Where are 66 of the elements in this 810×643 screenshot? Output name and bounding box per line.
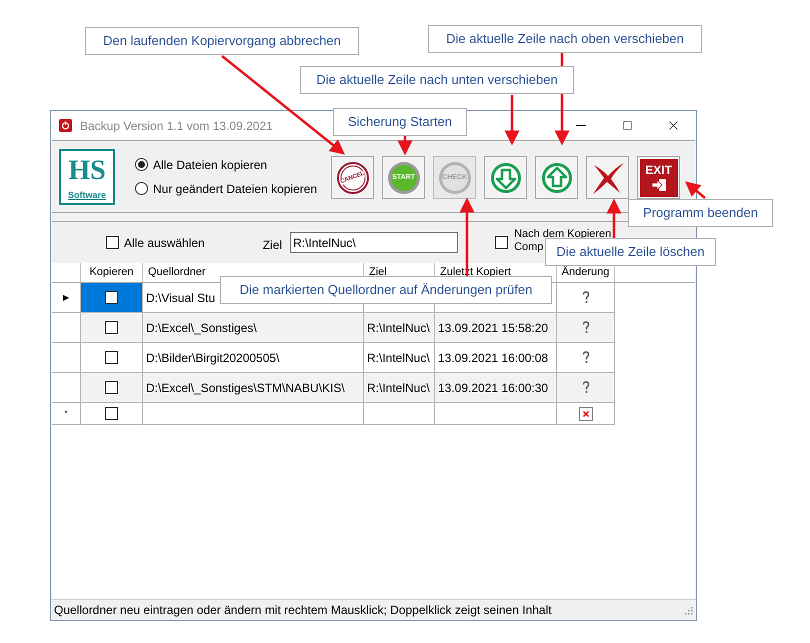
- round-badge-icon: [386, 160, 421, 194]
- select-all-checkbox[interactable]: Alle auswählen: [106, 234, 205, 252]
- after-copy-label: Comp: [514, 240, 544, 254]
- arrow: [398, 136, 412, 156]
- target-field[interactable]: R:\IntelNuc\: [290, 232, 458, 253]
- table-cell: R:\IntelNuc\: [364, 373, 435, 403]
- down-button[interactable]: [484, 156, 528, 199]
- column-header[interactable]: Kopieren: [81, 263, 143, 282]
- round-badge-icon: [438, 160, 472, 194]
- logo: HS Software: [59, 148, 115, 204]
- after-copy-checkbox[interactable]: [495, 236, 508, 249]
- exit-door-icon: [650, 178, 667, 192]
- table-cell: R:\IntelNuc\: [364, 313, 435, 343]
- question-icon: [582, 381, 590, 394]
- callout-tooltip: Sicherung Starten: [333, 108, 467, 136]
- question-icon: [582, 291, 590, 304]
- after-copy-label: Nach dem Kopieren: [514, 228, 612, 240]
- copy-checkbox[interactable]: [105, 291, 118, 304]
- table-cell: [364, 403, 435, 425]
- power-icon: [59, 119, 72, 132]
- question-icon: [582, 351, 590, 364]
- table-cell: 13.09.2021 15:58:20: [435, 313, 557, 343]
- broken-image-icon: [578, 406, 592, 420]
- question-icon: [582, 321, 590, 334]
- row-marker: *: [64, 408, 68, 420]
- table-cell: D:\Bilder\Birgit20200505\: [143, 343, 364, 373]
- exit-button[interactable]: EXIT: [637, 156, 680, 199]
- row-header[interactable]: *: [52, 403, 81, 425]
- copy-cell[interactable]: [81, 403, 143, 425]
- table-cell: 13.09.2021 16:00:08: [435, 343, 557, 373]
- status-text: Quellordner neu eintragen oder ändern mit rechtem Mausklick; Doppelklick zeigt seinen Inhalt: [54, 602, 552, 619]
- minimize-icon: [576, 125, 586, 126]
- copy-checkbox[interactable]: [105, 321, 118, 334]
- callout-tooltip: Die markierten Quellordner auf Änderungen prüfen: [220, 276, 552, 304]
- copy-checkbox[interactable]: [105, 407, 118, 420]
- callout-tooltip: Programm beenden: [628, 199, 773, 227]
- copy-cell[interactable]: [81, 343, 143, 373]
- table-cell: R:\IntelNuc\: [364, 343, 435, 373]
- copy-cell[interactable]: [81, 283, 143, 313]
- table-cell: 13.09.2021 16:00:30: [435, 373, 557, 403]
- target-label: Ziel: [262, 236, 282, 254]
- callout-tooltip: Die aktuelle Zeile löschen: [545, 238, 716, 266]
- delete-button[interactable]: [586, 156, 630, 199]
- arrow: [685, 181, 706, 199]
- window-title: Backup Version 1.1 vom 13.09.2021: [80, 118, 273, 134]
- copy-checkbox[interactable]: [105, 381, 118, 394]
- checkbox[interactable]: [106, 236, 119, 249]
- callout-tooltip: Die aktuelle Zeile nach unten verschieben: [300, 66, 574, 94]
- arrow: [504, 95, 520, 146]
- radio-option[interactable]: Alle Dateien kopieren: [135, 156, 318, 174]
- copy-checkbox[interactable]: [105, 351, 118, 364]
- arrow-down-icon: [490, 162, 522, 194]
- table-cell: D:\Excel\_Sonstiges\: [143, 313, 364, 343]
- arrow-up-icon: [540, 162, 573, 194]
- maximize-icon: [622, 120, 632, 131]
- radio-option[interactable]: Nur geändert Dateien kopieren: [135, 180, 318, 198]
- copy-cell[interactable]: [81, 313, 143, 343]
- stamp-icon: [336, 160, 370, 194]
- up-button[interactable]: [535, 156, 578, 199]
- table-cell: D:\Excel\_Sonstiges\STM\NABU\KIS\: [143, 373, 364, 403]
- row-header[interactable]: ▶: [52, 283, 81, 313]
- row-marker: ▶: [63, 292, 69, 304]
- callout-tooltip: Die aktuelle Zeile nach oben verschieben: [428, 25, 702, 53]
- callout-tooltip: Den laufenden Kopiervorgang abbrechen: [85, 27, 359, 55]
- resize-grip-icon: [683, 605, 693, 615]
- copy-cell[interactable]: [81, 373, 143, 403]
